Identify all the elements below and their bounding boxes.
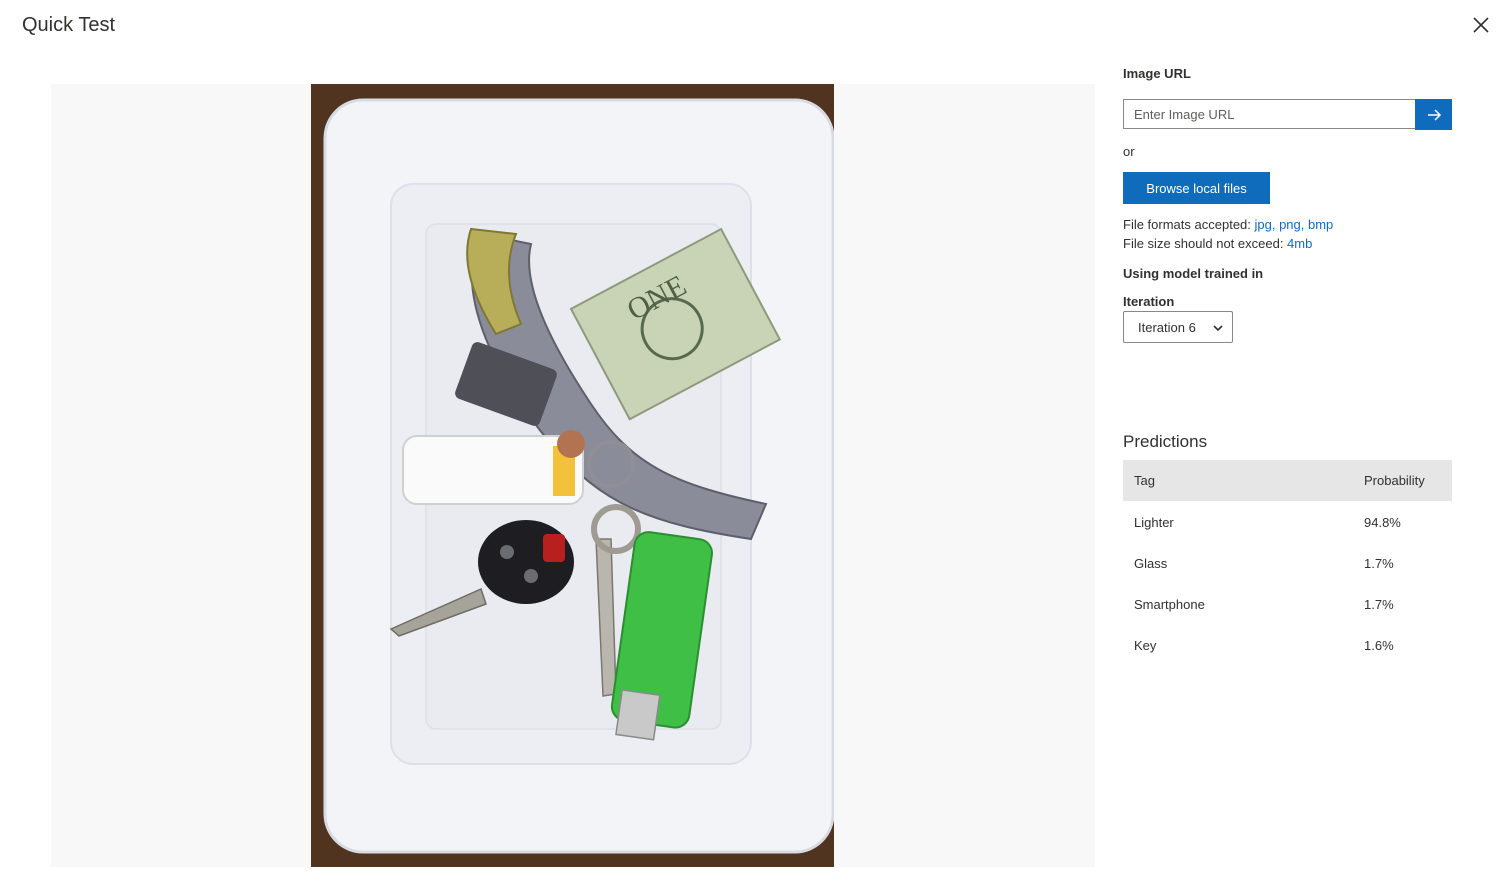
- model-label: Using model trained in: [1123, 266, 1264, 281]
- image-url-label: Image URL: [1123, 66, 1191, 81]
- test-image-area: ONE: [51, 84, 1095, 867]
- arrow-right-icon: [1427, 108, 1441, 121]
- table-row: Smartphone 1.7%: [1123, 583, 1452, 624]
- table-header: Tag Probability: [1123, 460, 1452, 501]
- dialog-title: Quick Test: [22, 14, 115, 36]
- row-probability: 94.8%: [1364, 515, 1401, 530]
- row-tag: Glass: [1134, 556, 1168, 571]
- image-url-input[interactable]: [1123, 99, 1415, 129]
- close-icon: [1473, 17, 1489, 33]
- table-row: Glass 1.7%: [1123, 542, 1452, 583]
- file-size-label: File size should not exceed:: [1123, 236, 1288, 251]
- row-probability: 1.7%: [1364, 597, 1394, 612]
- submit-url-button[interactable]: [1415, 99, 1452, 130]
- row-probability: 1.7%: [1364, 556, 1394, 571]
- row-tag: Key: [1134, 638, 1157, 653]
- row-probability: 1.6%: [1364, 638, 1394, 653]
- iteration-label: Iteration: [1123, 294, 1175, 309]
- row-tag: Lighter: [1134, 515, 1174, 530]
- table-row: Key 1.6%: [1123, 624, 1452, 665]
- iteration-selected: Iteration 6: [1138, 319, 1196, 335]
- column-tag: Tag: [1134, 473, 1155, 488]
- row-tag: Smartphone: [1134, 597, 1205, 612]
- file-formats-values: jpg, png, bmp: [1254, 217, 1334, 232]
- test-image: ONE: [311, 84, 834, 867]
- iteration-dropdown[interactable]: Iteration 6: [1123, 311, 1233, 343]
- file-formats-label: File formats accepted:: [1123, 217, 1255, 232]
- or-separator: or: [1123, 144, 1135, 159]
- file-size-info: File size should not exceed: 4mb: [1123, 236, 1312, 251]
- column-probability: Probability: [1364, 473, 1425, 488]
- browse-local-files-button[interactable]: Browse local files: [1123, 172, 1270, 204]
- predictions-title: Predictions: [1123, 432, 1208, 451]
- file-size-value: 4mb: [1287, 236, 1313, 251]
- table-row: Lighter 94.8%: [1123, 501, 1452, 542]
- predictions-table: Tag Probability Lighter 94.8% Glass 1.7%…: [1123, 460, 1452, 665]
- close-button[interactable]: [1468, 12, 1494, 38]
- file-formats-info: File formats accepted: jpg, png, bmp: [1123, 217, 1333, 232]
- chevron-down-icon: [1213, 325, 1223, 332]
